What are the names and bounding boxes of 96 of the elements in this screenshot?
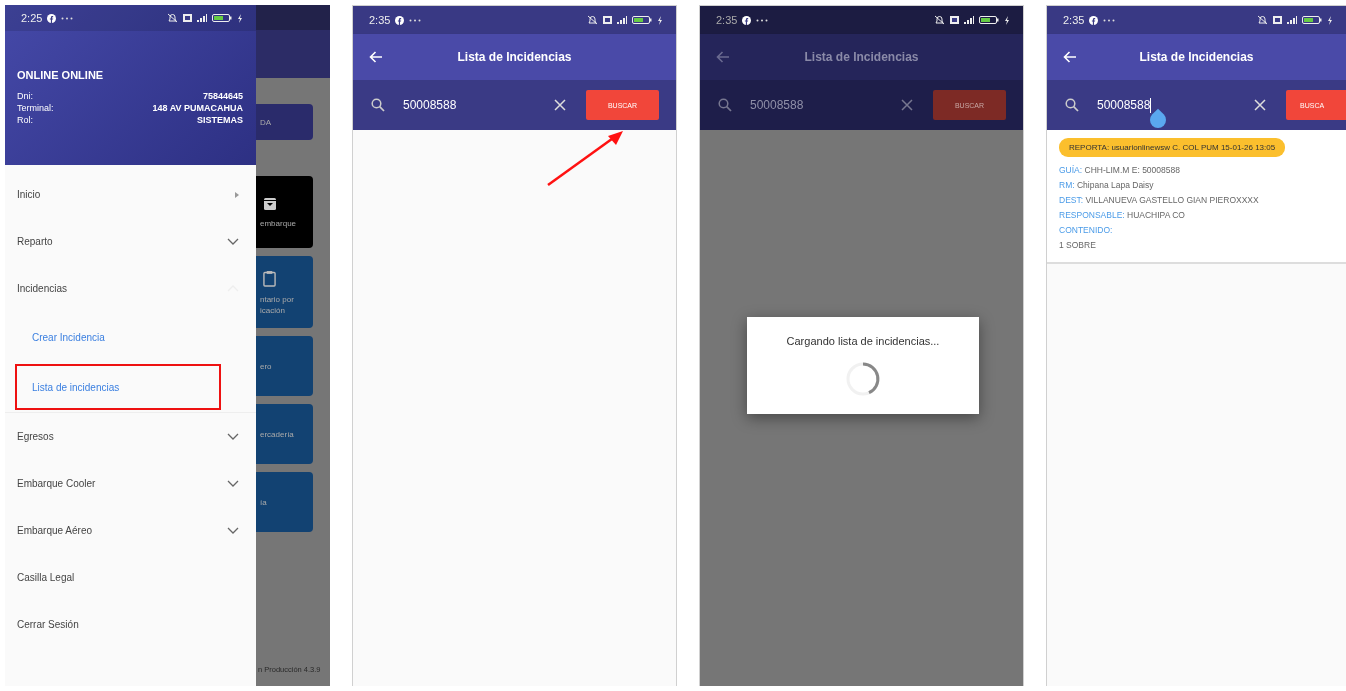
sim-icon [603, 16, 612, 24]
facebook-icon [395, 15, 405, 25]
menu-label: Cerrar Sesión [17, 619, 79, 630]
battery-icon [1302, 16, 1322, 24]
status-time: 2:35 [1063, 14, 1085, 26]
status-time: 2:25 [21, 12, 43, 24]
menu-item[interactable]: Incidencias [5, 265, 256, 312]
muted-bell-icon [1257, 15, 1268, 25]
field-value: 1 SOBRE [1059, 239, 1096, 252]
profile-label: Dni: [17, 90, 33, 102]
user-name: ONLINE ONLINE [17, 69, 105, 81]
battery-icon [632, 16, 652, 24]
spinner-icon [845, 360, 881, 397]
incident-card[interactable]: REPORTA: usuarionlinewsw C. COL PUM 15-01-26 13:05 GUÍA: CHH-LIM.M E: 50008588 RM: Chipana Lapa Daisy DEST: VILLANUEVA GASTELLO GIAN PIEROXXXX RESPONSABLE: HUACHIPA CO CONTENIDO: 1 SOBRE [1047, 130, 1346, 264]
loading-message: Cargando lista de incidencias... [786, 334, 940, 347]
menu-item[interactable]: Embarque Aéreo [5, 507, 256, 554]
tile-label: ía [260, 497, 267, 507]
status-time: 2:35 [369, 14, 391, 26]
home-tile[interactable]: embarque [256, 176, 313, 248]
signal-icon [1287, 16, 1297, 24]
charging-icon [1004, 15, 1009, 25]
menu-item[interactable]: Inicio [5, 171, 256, 218]
submenu-item[interactable]: Crear Incidencia [15, 314, 221, 360]
menu-item[interactable]: Embarque Cooler [5, 460, 256, 507]
search-icon [1065, 98, 1079, 112]
home-tile[interactable]: ntario por icación [256, 256, 313, 328]
incident-field: RM: Chipana Lapa Daisy [1059, 178, 1154, 193]
home-tile[interactable]: ía [256, 472, 313, 532]
menu-label: Reparto [17, 236, 53, 247]
incident-field: DEST: VILLANUEVA GASTELLO GIAN PIEROXXXX [1059, 193, 1259, 208]
triangle-icon [235, 191, 239, 198]
home-tile[interactable]: DA [256, 104, 313, 140]
signal-icon [197, 14, 207, 22]
tile-label: DA [260, 117, 272, 127]
menu-label: Embarque Cooler [17, 478, 96, 489]
search-field[interactable]: 50008588 [1097, 90, 1254, 120]
muted-bell-icon [587, 15, 598, 25]
more-icon [1103, 18, 1116, 22]
screen-title: Lista de Incidencias [456, 50, 573, 64]
facebook-icon [742, 15, 752, 25]
search-value: 50008588 [1097, 98, 1151, 112]
box-icon [263, 196, 277, 211]
profile-value: 75844645 [202, 90, 243, 102]
tile-label: ero [260, 361, 272, 371]
menu-item[interactable]: Egresos [5, 413, 256, 460]
facebook-icon [47, 13, 57, 23]
field-label: CONTENIDO: [1059, 224, 1113, 237]
profile-value: 148 AV PUMACAHUA [152, 102, 243, 114]
charging-icon [1327, 15, 1332, 25]
more-icon [756, 18, 769, 22]
home-tile[interactable]: ercadería [256, 404, 313, 464]
profile-value: SISTEMAS [197, 114, 243, 126]
menu-label: Embarque Aéreo [17, 525, 93, 536]
battery-icon [212, 14, 232, 22]
status-time: 2:35 [716, 14, 738, 26]
search-field[interactable]: 50008588 [403, 90, 554, 120]
menu-item[interactable]: Casilla Legal [5, 554, 256, 601]
search-icon [371, 98, 385, 112]
reporter-badge: REPORTA: usuarionlinewsw C. COL PUM 15-01-26 13:05 [1059, 138, 1286, 157]
muted-bell-icon [167, 13, 178, 23]
battery-icon [979, 16, 999, 24]
muted-bell-icon [934, 15, 945, 25]
more-icon [409, 18, 422, 22]
profile-label: Terminal: [17, 102, 54, 114]
close-icon[interactable] [901, 99, 913, 111]
menu-item[interactable]: Cerrar Sesión [5, 601, 256, 648]
signal-icon [617, 16, 627, 24]
menu-item[interactable]: Reparto [5, 218, 256, 265]
screen-title: Lista de Incidencias [1138, 50, 1255, 64]
tile-label: embarque [260, 218, 297, 228]
clipboard-icon [263, 269, 276, 287]
search-icon [718, 98, 732, 112]
tile-label: ntario por [260, 294, 294, 304]
sim-icon [183, 14, 192, 22]
charging-icon [237, 13, 242, 23]
submenu-item[interactable]: Lista de incidencias [15, 364, 221, 410]
search-field[interactable]: 50008588 [750, 90, 901, 120]
tile-label: ercadería [260, 429, 294, 439]
menu-label: Incidencias [17, 283, 68, 294]
home-tile[interactable]: ero [256, 336, 313, 396]
screen-title: Lista de Incidencias [803, 50, 920, 64]
menu-label: Egresos [17, 431, 54, 442]
charging-icon [657, 15, 662, 25]
tile-label: icación [260, 305, 285, 315]
menu-label: Inicio [17, 189, 41, 200]
facebook-icon [1089, 15, 1099, 25]
sim-icon [1273, 16, 1282, 24]
search-value: 50008588 [403, 98, 457, 112]
profile-label: Rol: [17, 114, 33, 126]
incident-field: RESPONSABLE: HUACHIPA CO [1059, 208, 1185, 223]
incident-field: GUÍA: CHH-LIM.M E: 50008588 [1059, 163, 1180, 178]
sim-icon [950, 16, 959, 24]
menu-label: Casilla Legal [17, 572, 75, 583]
search-value: 50008588 [750, 98, 804, 112]
more-icon [61, 16, 74, 20]
signal-icon [964, 16, 974, 24]
